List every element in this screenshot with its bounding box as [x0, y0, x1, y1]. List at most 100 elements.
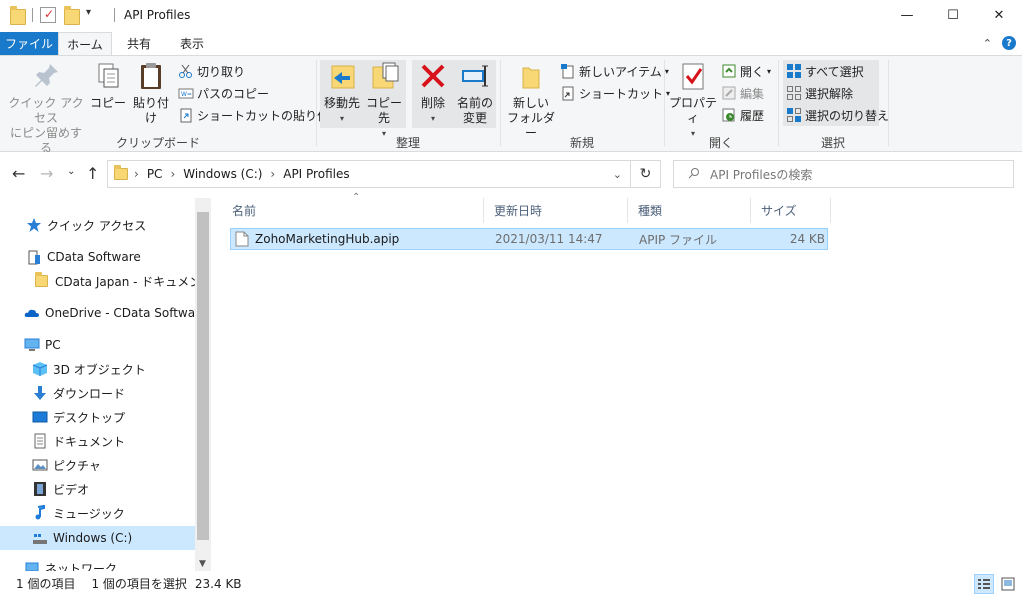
properties-button[interactable]: プロパティ ▾ — [668, 60, 718, 141]
tab-home[interactable]: ホーム — [58, 32, 112, 55]
status-selected: 1 個の項目を選択 — [91, 577, 187, 591]
search-box[interactable]: API Profilesの検索 — [673, 160, 1014, 188]
status-bar: 1 個の項目 1 個の項目を選択 23.4 KB — [0, 571, 1022, 596]
folder-icon — [10, 6, 26, 25]
column-header-label: 種類 — [638, 204, 663, 218]
nav-item-cdata-japan[interactable]: CData Japan - ドキュメント — [0, 269, 211, 293]
close-button[interactable]: ✕ — [976, 0, 1022, 31]
open-icon — [721, 63, 737, 79]
nav-item-desktop[interactable]: デスクトップ — [0, 405, 195, 429]
search-placeholder: API Profilesの検索 — [710, 167, 813, 182]
move-to-button[interactable]: 移動先 ▾ — [322, 60, 362, 126]
nav-item-quick-access[interactable]: クイック アクセス — [0, 213, 195, 237]
tab-view[interactable]: 表示 — [170, 32, 214, 55]
shortcut-icon — [560, 85, 576, 101]
refresh-icon: ↻ — [639, 166, 652, 182]
forward-arrow-icon[interactable]: → — [40, 164, 53, 183]
copy-to-button[interactable]: コピー先 ▾ — [362, 60, 406, 141]
nav-item-music[interactable]: ミュージック — [0, 501, 195, 525]
rename-label-1: 名前の — [456, 96, 493, 110]
history-icon — [721, 107, 737, 123]
select-none-label: 選択解除 — [805, 86, 854, 101]
table-row[interactable]: ZohoMarketingHub.apip 2021/03/11 14:47 A… — [230, 228, 828, 250]
back-arrow-icon[interactable]: ← — [12, 164, 25, 183]
help-icon[interactable]: ? — [1002, 36, 1016, 50]
file-size-cell: 24 KB — [789, 232, 825, 246]
nav-item-onedrive[interactable]: OneDrive - CData Software — [0, 301, 207, 325]
nav-item-documents[interactable]: ドキュメント — [0, 429, 195, 453]
film-icon — [32, 481, 48, 497]
tab-file[interactable]: ファイル — [0, 32, 58, 55]
large-icons-view-button[interactable] — [998, 574, 1018, 594]
breadcrumb-windows-c[interactable]: Windows (C:) — [183, 167, 262, 181]
nav-item-videos[interactable]: ビデオ — [0, 477, 195, 501]
column-header-type[interactable]: 種類 — [628, 198, 751, 223]
details-view-button[interactable] — [974, 574, 994, 594]
drive-icon — [32, 530, 48, 546]
new-folder-button[interactable]: 新しい フォルダー — [506, 60, 556, 141]
search-icon — [688, 167, 700, 182]
file-type-cell: APIP ファイル — [639, 232, 718, 247]
up-arrow-icon[interactable]: ↑ — [86, 164, 99, 183]
navigation-bar: ← → ⌄ ↑ › PC › Windows (C:) › API Profil… — [0, 152, 1022, 194]
group-label-select: 選択 — [820, 136, 845, 150]
open-button[interactable]: 開く ▾ — [721, 61, 771, 81]
nav-item-network[interactable]: ネットワーク — [0, 556, 195, 571]
rename-icon — [459, 60, 491, 92]
properties-qa-icon[interactable]: ✓ — [40, 7, 56, 23]
invert-selection-button[interactable]: 選択の切り替え — [786, 105, 889, 125]
nav-label: OneDrive - CData Software — [45, 306, 208, 320]
new-folder-qa-icon[interactable] — [64, 6, 80, 25]
new-item-button[interactable]: 新しいアイテム ▾ — [560, 61, 669, 81]
divider — [32, 8, 33, 22]
easy-access-button[interactable]: ショートカット ▾ — [560, 83, 670, 103]
nav-item-pictures[interactable]: ピクチャ — [0, 453, 195, 477]
breadcrumb-api-profiles[interactable]: API Profiles — [283, 167, 349, 181]
copy-button[interactable]: コピー — [90, 60, 126, 111]
select-none-button[interactable]: 選択解除 — [786, 83, 853, 103]
scroll-down-icon[interactable]: ▼ — [199, 559, 206, 569]
nav-item-pc[interactable]: PC — [0, 333, 195, 357]
paste-icon — [135, 60, 167, 92]
copy-path-icon: W= — [178, 85, 194, 101]
invert-selection-label: 選択の切り替え — [805, 108, 890, 123]
network-icon — [24, 560, 40, 571]
maximize-button[interactable]: ☐ — [930, 0, 976, 31]
select-all-button[interactable]: すべて選択 — [786, 61, 864, 81]
column-header-size[interactable]: サイズ — [751, 198, 831, 223]
nav-item-cdata-software[interactable]: CData Software — [0, 245, 195, 269]
delete-button[interactable]: 削除 ▾ — [415, 60, 451, 126]
cut-button[interactable]: 切り取り — [178, 61, 245, 81]
minimize-button[interactable]: — — [884, 0, 930, 31]
file-icon — [235, 231, 249, 247]
edit-button[interactable]: 編集 — [721, 83, 764, 103]
move-to-icon — [326, 60, 358, 92]
customize-qa-dropdown-icon[interactable]: ▾ — [86, 7, 91, 18]
minimize-icon: — — [900, 8, 914, 23]
address-dropdown-icon[interactable]: ⌄ — [613, 168, 622, 181]
nav-label: PC — [45, 338, 61, 352]
nav-item-3d-objects[interactable]: 3D オブジェクト — [0, 357, 195, 381]
nav-item-downloads[interactable]: ダウンロード — [0, 381, 195, 405]
properties-label: プロパティ — [668, 96, 717, 125]
open-dropdown-icon: ▾ — [767, 66, 772, 76]
collapse-ribbon-icon[interactable]: ⌃ — [983, 37, 992, 50]
rename-button[interactable]: 名前の 変更 — [454, 60, 496, 126]
nav-item-windows-c[interactable]: Windows (C:) — [0, 526, 195, 550]
tab-share[interactable]: 共有 — [118, 32, 160, 55]
music-note-icon — [32, 504, 48, 521]
column-header-modified[interactable]: 更新日時 — [484, 198, 628, 223]
address-bar[interactable]: › PC › Windows (C:) › API Profiles ⌄ — [107, 160, 631, 188]
refresh-button[interactable]: ↻ — [631, 160, 661, 188]
column-header-label: 更新日時 — [494, 204, 543, 218]
nav-scrollbar-thumb[interactable] — [197, 212, 209, 540]
column-header-name[interactable]: 名前 — [222, 198, 484, 223]
paste-button[interactable]: 貼り付け — [128, 60, 174, 126]
nav-label: ピクチャ — [53, 458, 101, 473]
copy-path-button[interactable]: W= パスのコピー — [178, 83, 269, 103]
breadcrumb-pc[interactable]: PC — [147, 167, 163, 181]
copy-to-label: コピー先 — [365, 96, 402, 125]
recent-locations-icon[interactable]: ⌄ — [67, 166, 75, 177]
history-button[interactable]: 履歴 — [721, 105, 764, 125]
nav-label: デスクトップ — [53, 410, 126, 425]
